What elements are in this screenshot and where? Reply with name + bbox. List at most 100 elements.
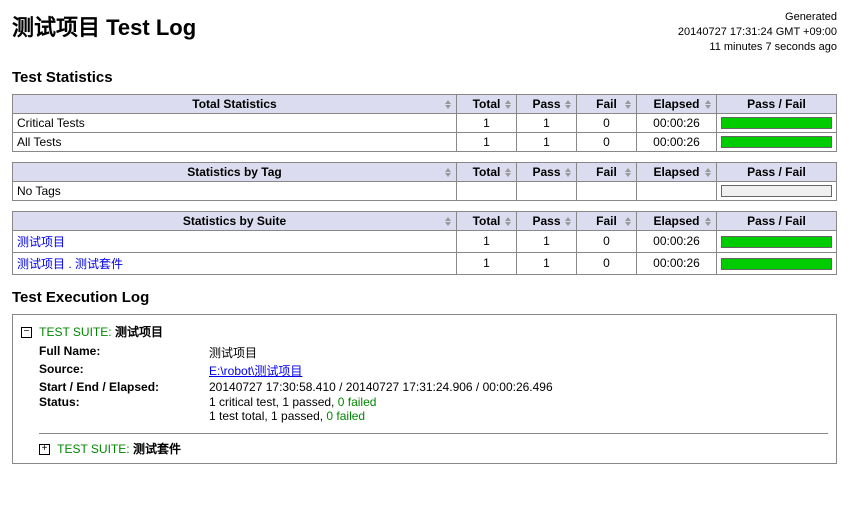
stat-fail: 0 xyxy=(577,132,637,151)
stat-name: Critical Tests xyxy=(13,113,457,132)
table-row: All Tests 1 1 0 00:00:26 xyxy=(13,132,837,151)
stat-passfail-bar xyxy=(717,132,837,151)
stat-passfail-bar xyxy=(717,113,837,132)
col-fail[interactable]: Fail xyxy=(577,162,637,181)
col-total[interactable]: Total xyxy=(457,162,517,181)
stat-total: 1 xyxy=(457,113,517,132)
status-line1-failed: 0 failed xyxy=(338,395,377,409)
col-total-statistics[interactable]: Total Statistics xyxy=(13,94,457,113)
table-row: 测试项目 . 测试套件 1 1 0 00:00:26 xyxy=(13,252,837,274)
status-line1a: 1 critical test, 1 passed, xyxy=(209,395,338,409)
stat-pass: 1 xyxy=(517,252,577,274)
test-execution-log-heading: Test Execution Log xyxy=(12,289,837,306)
col-fail[interactable]: Fail xyxy=(577,211,637,230)
generated-info: Generated 20140727 17:31:24 GMT +09:00 1… xyxy=(678,10,837,55)
suite-name[interactable]: 测试套件 xyxy=(133,442,181,456)
col-pass[interactable]: Pass xyxy=(517,211,577,230)
table-row: Critical Tests 1 1 0 00:00:26 xyxy=(13,113,837,132)
suite-node: − TEST SUITE: 测试项目 xyxy=(21,323,828,340)
sort-icon xyxy=(445,168,453,177)
sort-icon xyxy=(625,217,633,226)
suite-label: TEST SUITE: xyxy=(57,442,129,456)
stat-fail: 0 xyxy=(577,113,637,132)
col-pass[interactable]: Pass xyxy=(517,94,577,113)
sort-icon xyxy=(445,217,453,226)
sort-icon xyxy=(625,100,633,109)
start-end-elapsed-key: Start / End / Elapsed: xyxy=(39,380,209,394)
suite-name[interactable]: 测试项目 xyxy=(115,325,163,339)
table-row: 测试项目 1 1 0 00:00:26 xyxy=(13,230,837,252)
total-statistics-table: Total Statistics Total Pass Fail Elapsed… xyxy=(12,94,837,152)
generated-time: 20140727 17:31:24 GMT +09:00 xyxy=(678,25,837,40)
full-name-value: 测试项目 xyxy=(209,344,828,361)
nested-suite-node: + TEST SUITE: 测试套件 xyxy=(39,433,828,457)
status-line2a: 1 test total, 1 passed, xyxy=(209,409,326,423)
status-value: 1 critical test, 1 passed, 0 failed 1 te… xyxy=(209,395,828,423)
sort-icon xyxy=(565,100,573,109)
stat-name: All Tests xyxy=(13,132,457,151)
sort-icon xyxy=(705,168,713,177)
stat-pass: 1 xyxy=(517,230,577,252)
stat-pass: 1 xyxy=(517,113,577,132)
pass-bar-icon xyxy=(721,136,832,148)
stat-fail xyxy=(577,181,637,200)
suite-link[interactable]: 测试项目 . 测试套件 xyxy=(17,257,123,271)
suite-label: TEST SUITE: xyxy=(39,325,111,339)
stat-passfail-bar xyxy=(717,252,837,274)
col-fail[interactable]: Fail xyxy=(577,94,637,113)
suite-details: Full Name: 测试项目 Source: E:\robot\测试项目 St… xyxy=(39,344,828,423)
stat-pass xyxy=(517,181,577,200)
col-total[interactable]: Total xyxy=(457,211,517,230)
col-by-suite[interactable]: Statistics by Suite xyxy=(13,211,457,230)
col-elapsed[interactable]: Elapsed xyxy=(637,211,717,230)
stat-fail: 0 xyxy=(577,252,637,274)
suite-statistics-table: Statistics by Suite Total Pass Fail Elap… xyxy=(12,211,837,275)
col-elapsed[interactable]: Elapsed xyxy=(637,94,717,113)
expand-icon[interactable]: + xyxy=(39,444,50,455)
sort-icon xyxy=(705,100,713,109)
stat-name: 测试项目 . 测试套件 xyxy=(13,252,457,274)
col-elapsed[interactable]: Elapsed xyxy=(637,162,717,181)
test-statistics-heading: Test Statistics xyxy=(12,69,837,86)
pass-bar-icon xyxy=(721,117,832,129)
status-key: Status: xyxy=(39,395,209,423)
sort-icon xyxy=(565,168,573,177)
col-passfail: Pass / Fail xyxy=(717,94,837,113)
full-name-key: Full Name: xyxy=(39,344,209,361)
stat-total: 1 xyxy=(457,252,517,274)
sort-icon xyxy=(625,168,633,177)
source-link[interactable]: E:\robot\测试项目 xyxy=(209,364,302,378)
stat-total: 1 xyxy=(457,230,517,252)
stat-elapsed: 00:00:26 xyxy=(637,113,717,132)
stat-total: 1 xyxy=(457,132,517,151)
source-key: Source: xyxy=(39,362,209,379)
col-pass[interactable]: Pass xyxy=(517,162,577,181)
table-row: No Tags xyxy=(13,181,837,200)
pass-bar-icon xyxy=(721,258,832,270)
start-end-elapsed-value: 20140727 17:30:58.410 / 20140727 17:31:2… xyxy=(209,380,828,394)
stat-passfail-bar xyxy=(717,181,837,200)
pass-bar-icon xyxy=(721,236,832,248)
status-line2-failed: 0 failed xyxy=(326,409,365,423)
sort-icon xyxy=(445,100,453,109)
sort-icon xyxy=(505,217,513,226)
sort-icon xyxy=(565,217,573,226)
generated-label: Generated xyxy=(678,10,837,25)
collapse-icon[interactable]: − xyxy=(21,327,32,338)
col-by-tag[interactable]: Statistics by Tag xyxy=(13,162,457,181)
sort-icon xyxy=(705,217,713,226)
suite-link[interactable]: 测试项目 xyxy=(17,235,65,249)
tag-statistics-table: Statistics by Tag Total Pass Fail Elapse… xyxy=(12,162,837,201)
stat-name: No Tags xyxy=(13,181,457,200)
col-passfail: Pass / Fail xyxy=(717,211,837,230)
execution-log-box: − TEST SUITE: 测试项目 Full Name: 测试项目 Sourc… xyxy=(12,314,837,464)
stat-name: 测试项目 xyxy=(13,230,457,252)
sort-icon xyxy=(505,168,513,177)
col-passfail: Pass / Fail xyxy=(717,162,837,181)
stat-elapsed: 00:00:26 xyxy=(637,252,717,274)
stat-total xyxy=(457,181,517,200)
stat-fail: 0 xyxy=(577,230,637,252)
stat-passfail-bar xyxy=(717,230,837,252)
stat-elapsed: 00:00:26 xyxy=(637,132,717,151)
col-total[interactable]: Total xyxy=(457,94,517,113)
